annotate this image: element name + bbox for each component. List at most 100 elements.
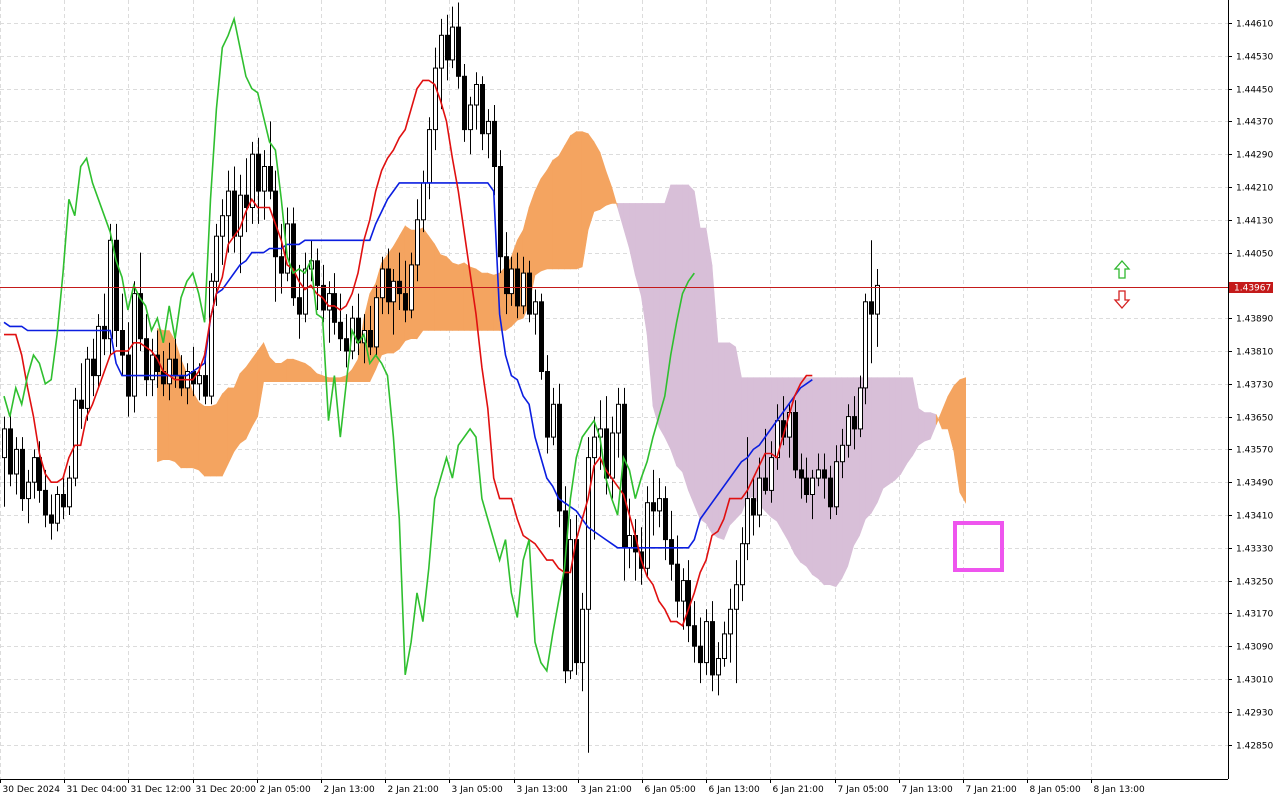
cloud-segment xyxy=(481,272,489,331)
cloud-segment xyxy=(275,363,282,383)
candle-body-bear xyxy=(651,502,656,512)
x-tick-label: 31 Dec 12:00 xyxy=(131,785,192,795)
ichimoku-chart[interactable]: 1.44610 1.44530 1.44450 1.44370 1.44290 1.442… xyxy=(0,0,1280,800)
candle-body-bull xyxy=(421,182,426,221)
candle-body-bear xyxy=(279,256,284,274)
cloud-segment xyxy=(222,387,229,477)
cloud-segment xyxy=(440,254,447,331)
y-tick-label: 1.44210 xyxy=(1236,184,1273,194)
candle-body-bull xyxy=(450,26,455,61)
cloud-segment xyxy=(428,235,435,331)
cloud-segment xyxy=(564,134,571,270)
candle-body-bull xyxy=(810,477,815,496)
candle xyxy=(557,383,562,528)
candle-body-bear xyxy=(462,75,467,131)
cloud-segment xyxy=(192,390,199,471)
x-tick-label: 30 Dec 2024 xyxy=(3,785,61,795)
y-tick-label: 1.42930 xyxy=(1236,709,1273,719)
cloud-segment xyxy=(664,184,671,450)
x-tick-label: 7 Jan 21:00 xyxy=(966,785,1018,795)
candle-body-bull xyxy=(32,457,37,483)
candle xyxy=(539,293,544,380)
current-price-tag: 1.43967 xyxy=(1229,282,1273,294)
cloud-segment xyxy=(888,377,896,485)
candle-body-bull xyxy=(645,502,650,569)
x-tick-label: 8 Jan 13:00 xyxy=(1094,785,1146,795)
cloud-segment xyxy=(817,377,825,586)
x-tick-label: 3 Jan 13:00 xyxy=(517,785,569,795)
candle-body-bear xyxy=(315,260,320,286)
candle-body-bear xyxy=(675,563,680,602)
candle-body-bull xyxy=(716,658,721,676)
candle xyxy=(73,387,78,487)
cloud-segment xyxy=(168,329,176,463)
candle-body-bear xyxy=(492,120,497,167)
candle-body-bear xyxy=(79,399,84,409)
cloud-segment xyxy=(446,255,453,331)
candle-body-bear xyxy=(822,469,827,479)
candle-body-bear xyxy=(332,293,337,323)
cloud-segment xyxy=(298,360,306,383)
candle-body-bull xyxy=(863,301,868,389)
cloud-segment xyxy=(204,406,211,477)
candle-body-bear xyxy=(456,26,461,77)
candle-body-bull xyxy=(380,268,385,299)
x-tick-label: 2 Jan 05:00 xyxy=(260,785,312,795)
cloud-segment xyxy=(699,227,707,524)
x-tick-label: 31 Dec 04:00 xyxy=(67,785,128,795)
candle-body-bear xyxy=(574,539,579,664)
candle-body-bear xyxy=(799,469,804,479)
y-tick-label: 1.43090 xyxy=(1236,643,1273,653)
cloud-segment xyxy=(924,412,931,442)
cloud-segment xyxy=(576,131,583,270)
current-price-label: 1.43967 xyxy=(1234,284,1271,294)
y-tick-label: 1.43330 xyxy=(1236,545,1273,555)
candle-body-bull xyxy=(722,633,727,660)
candle-body-bear xyxy=(403,293,408,311)
cloud-segment xyxy=(163,330,170,460)
candle-body-bull xyxy=(220,215,225,237)
candle-body-bull xyxy=(521,272,526,307)
candle-body-bear xyxy=(144,338,149,381)
candle-body-bull xyxy=(745,498,750,545)
cloud-segment xyxy=(487,272,494,331)
cloud-segment xyxy=(558,144,565,270)
candle-body-bear xyxy=(480,84,485,135)
y-tick-label: 1.43730 xyxy=(1236,381,1273,391)
candle-body-bear xyxy=(751,498,756,516)
candle-body-bull xyxy=(433,67,438,131)
candle-body-bull xyxy=(486,120,491,135)
cloud-segment xyxy=(198,401,205,477)
x-tick-label: 2 Jan 21:00 xyxy=(388,785,440,795)
cloud-segment xyxy=(458,262,465,331)
candle-body-bear xyxy=(669,539,674,565)
y-tick-label: 1.43570 xyxy=(1236,446,1273,456)
candle-body-bull xyxy=(551,403,556,438)
candle xyxy=(209,273,214,405)
candle-body-bear xyxy=(527,272,532,315)
candle-body-bear xyxy=(852,416,857,430)
candle-body-bear xyxy=(710,621,715,676)
candle-body-bear xyxy=(232,190,237,237)
cloud-segment xyxy=(534,178,542,276)
candle-body-bear xyxy=(828,477,833,508)
candle-body-bull xyxy=(846,416,851,446)
cloud-segment xyxy=(546,159,553,270)
candle-body-bull xyxy=(740,543,745,586)
cloud-segment xyxy=(463,262,471,331)
candle xyxy=(132,281,137,413)
candle-body-bull xyxy=(834,461,839,508)
cloud-segment xyxy=(239,366,247,444)
y-tick-label: 1.44050 xyxy=(1236,250,1273,260)
candle-body-bull xyxy=(439,34,444,69)
candle-body-bull xyxy=(816,469,821,479)
candle-body-bull xyxy=(580,608,585,664)
candle-body-bear xyxy=(869,301,874,315)
candle-body-bull xyxy=(509,268,514,295)
candle-body-bull xyxy=(474,84,479,106)
candle-body-bull xyxy=(96,325,101,377)
candle-body-bull xyxy=(610,432,615,479)
x-tick-label: 6 Jan 05:00 xyxy=(645,785,697,795)
candle-body-bear xyxy=(386,268,391,303)
x-tick-label: 7 Jan 13:00 xyxy=(902,785,954,795)
